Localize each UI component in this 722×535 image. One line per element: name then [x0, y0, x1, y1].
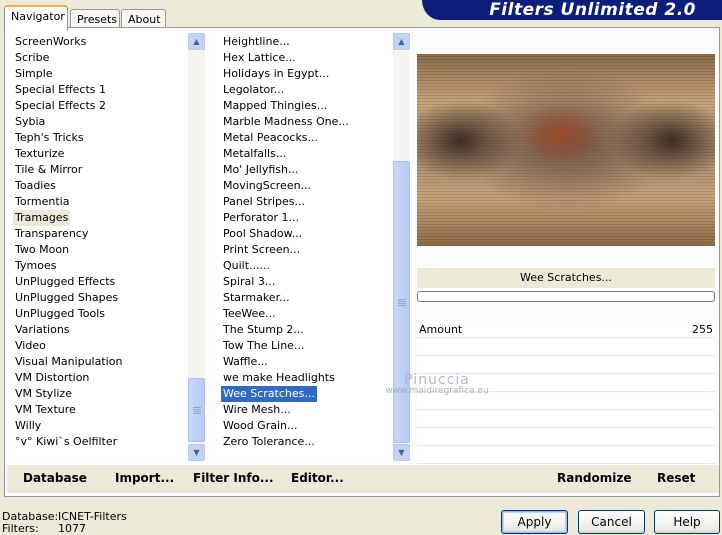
list-item[interactable]: Heightline... [221, 34, 292, 50]
filters-count-value: 1077 [58, 522, 86, 535]
list-item[interactable]: Starmaker... [221, 290, 292, 306]
list-item[interactable]: Variations [13, 322, 72, 338]
list-item[interactable]: Tow The Line... [221, 338, 306, 354]
list-item[interactable]: UnPlugged Shapes [13, 290, 120, 306]
param-row-empty [417, 429, 715, 446]
list-item[interactable]: Scribe [13, 50, 51, 66]
list-item[interactable]: Holidays in Egypt... [221, 66, 331, 82]
list-item[interactable]: Spiral 3... [221, 274, 277, 290]
editor-button[interactable]: Editor... [291, 471, 344, 485]
list-item[interactable]: Panel Stripes... [221, 194, 307, 210]
list-item[interactable]: The Stump 2... [221, 322, 306, 338]
param-row-empty [417, 411, 715, 428]
category-list[interactable]: ScreenWorks Scribe Simple Special Effects 1… [7, 31, 205, 463]
list-item[interactable]: Sybia [13, 114, 47, 130]
list-item[interactable]: Zero Tolerance... [221, 434, 317, 450]
list-item[interactable]: Special Effects 1 [13, 82, 108, 98]
list-item[interactable]: UnPlugged Effects [13, 274, 117, 290]
progress-bar [417, 291, 715, 302]
preview-image [417, 54, 715, 246]
reset-button[interactable]: Reset [657, 471, 695, 485]
param-label: Amount [419, 323, 463, 336]
param-row-empty [417, 393, 715, 410]
param-row-empty [417, 357, 715, 374]
list-item[interactable]: Visual Manipulation [13, 354, 124, 370]
list-item[interactable]: Video [13, 338, 48, 354]
list-item[interactable]: Tormentia [13, 194, 71, 210]
filter-scrollbar[interactable]: ▲ ▼ [393, 33, 410, 461]
list-item[interactable]: VM Distortion [13, 370, 91, 386]
list-item[interactable]: Transparency [13, 226, 90, 242]
list-item[interactable]: MovingScreen... [221, 178, 313, 194]
list-item[interactable]: Hex Lattice... [221, 50, 298, 66]
param-row-empty [417, 447, 715, 464]
import-button[interactable]: Import... [115, 471, 174, 485]
filter-scroll-down-button[interactable]: ▼ [393, 444, 410, 461]
list-item[interactable]: Metal Peacocks... [221, 130, 320, 146]
list-item[interactable]: Print Screen... [221, 242, 302, 258]
tab-navigator[interactable]: Navigator [4, 5, 68, 31]
list-item[interactable]: Texturize [13, 146, 66, 162]
list-item[interactable]: Legolator... [221, 82, 286, 98]
selected-filter-name: Wee Scratches... [417, 268, 715, 288]
list-item[interactable]: Toadies [13, 178, 58, 194]
list-item[interactable]: we make Headlights [221, 370, 337, 386]
list-item[interactable]: Willy [13, 418, 43, 434]
filters-count-label: Filters: [2, 522, 39, 535]
category-scroll-up-button[interactable]: ▲ [188, 33, 205, 50]
list-item[interactable]: Special Effects 2 [13, 98, 108, 114]
list-item[interactable]: Marble Madness One... [221, 114, 351, 130]
list-item[interactable]: Simple [13, 66, 55, 82]
list-item[interactable]: Metalfalls... [221, 146, 288, 162]
list-item[interactable]: Wire Mesh... [221, 402, 293, 418]
list-item[interactable]: Quilt...... [221, 258, 272, 274]
filter-info-button[interactable]: Filter Info... [193, 471, 274, 485]
param-row-empty [417, 339, 715, 356]
list-item[interactable]: Two Moon [13, 242, 71, 258]
list-item[interactable]: Waffle... [221, 354, 270, 370]
param-row-empty [417, 375, 715, 392]
list-item[interactable]: Pool Shadow... [221, 226, 304, 242]
panel-toolbar: Database Import... Filter Info... Editor… [7, 465, 719, 493]
list-item[interactable]: TeeWee... [221, 306, 278, 322]
list-item[interactable]: UnPlugged Tools [13, 306, 107, 322]
list-item[interactable]: Tymoes [13, 258, 58, 274]
list-item[interactable]: Perforator 1... [221, 210, 301, 226]
category-scroll-thumb[interactable] [188, 378, 205, 442]
list-item[interactable]: VM Texture [13, 402, 78, 418]
randomize-button[interactable]: Randomize [557, 471, 631, 485]
list-item[interactable]: Wood Grain... [221, 418, 299, 434]
param-value: 255 [692, 323, 713, 336]
list-item[interactable]: Tramages [13, 210, 71, 226]
apply-button[interactable]: Apply [501, 510, 568, 534]
param-row-amount[interactable]: Amount 255 [417, 321, 715, 338]
list-item[interactable]: Tile & Mirror [13, 162, 84, 178]
filter-scroll-up-button[interactable]: ▲ [393, 33, 410, 50]
app-title-banner: Filters Unlimited 2.0 [422, 0, 722, 20]
list-item[interactable]: Mapped Thingies... [221, 98, 329, 114]
category-scroll-down-button[interactable]: ▼ [188, 444, 205, 461]
help-button[interactable]: Help [654, 510, 720, 534]
status-info: Database:ICNET-Filters Filters: 1077 [2, 511, 127, 535]
filter-scroll-thumb[interactable] [393, 161, 410, 443]
list-item[interactable]: Mo' Jellyfish... [221, 162, 301, 178]
list-item[interactable]: Wee Scratches... [220, 385, 318, 403]
list-item[interactable]: ScreenWorks [13, 34, 88, 50]
filter-list[interactable]: Heightline... Hex Lattice... Holidays in E… [215, 31, 411, 463]
cancel-button[interactable]: Cancel [578, 510, 645, 534]
navigator-panel: ScreenWorks Scribe Simple Special Effects 1… [4, 27, 720, 497]
list-item[interactable]: °v° Kiwi`s Oelfilter [13, 434, 119, 450]
list-item[interactable]: Teph's Tricks [13, 130, 86, 146]
database-button[interactable]: Database [23, 471, 87, 485]
category-scrollbar[interactable]: ▲ ▼ [188, 33, 205, 461]
list-item[interactable]: VM Stylize [13, 386, 74, 402]
